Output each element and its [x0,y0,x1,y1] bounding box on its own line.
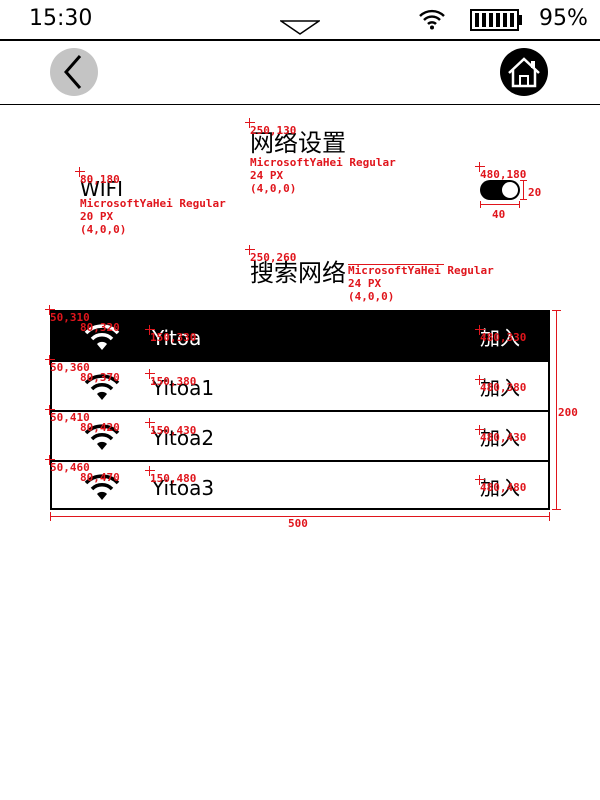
anno-wifi-size: 20 PX [80,210,114,223]
battery-percent: 95% [539,6,588,31]
anno-list-h: 200 [558,406,578,419]
home-icon [508,57,540,88]
anno-icon-pos: 80,320 [80,321,120,334]
battery-icon [470,9,524,35]
dim-line [552,509,561,510]
anno-search-color: (4,0,0) [348,290,395,303]
anno-wifi-pos: 80,180 [80,173,120,186]
anno-join-pos: 480,430 [480,431,527,444]
network-row[interactable]: Yitoa 加入 [52,312,548,362]
anno-search-font: MicrosoftYaHei Regular [348,264,494,277]
status-time: 15:30 [29,6,93,31]
dim-line [480,201,481,208]
anno-icon-pos: 80,370 [80,371,120,384]
anno-search-pos: 250,260 [250,251,297,264]
anno-text-pos: 150,480 [150,472,197,485]
dim-line [480,204,520,205]
anno-list-w: 500 [288,517,308,530]
anno-toggle-h: 20 [528,186,542,199]
dim-line [50,512,51,521]
anno-title-font: MicrosoftYaHei Regular [250,156,396,169]
anno-title-size: 24 PX [250,169,284,182]
wifi-toggle[interactable] [480,180,520,200]
anno-text-pos: 150,380 [150,375,197,388]
network-row[interactable]: Yitoa3 加入 [52,460,548,510]
anno-search-size: 24 PX [348,277,382,290]
status-bar: 15:30 95% [0,0,600,41]
dim-line [552,310,561,311]
anno-join-pos: 480,480 [480,481,527,494]
home-button[interactable] [500,48,548,96]
dim-line [519,201,520,208]
network-row[interactable]: Yitoa1 加入 [52,360,548,410]
dim-line [523,180,524,200]
anno-join-pos: 480,380 [480,381,527,394]
dim-line [556,310,557,510]
anno-text-pos: 150,430 [150,424,197,437]
anno-toggle-w: 40 [492,208,506,221]
anno-join-pos: 480,330 [480,331,527,344]
anno-icon-pos: 80,420 [80,421,120,434]
anno-text-pos: 150,330 [150,331,197,344]
toggle-knob [501,181,519,199]
nav-bar [0,43,600,105]
chevron-left-icon [64,55,82,89]
wifi-icon [418,8,446,34]
dim-line [520,180,527,181]
network-row[interactable]: Yitoa2 加入 [52,410,548,460]
pull-down-icon[interactable] [278,20,322,40]
dim-line [549,512,550,521]
anno-wifi-color: (4,0,0) [80,223,127,236]
back-button[interactable] [50,48,98,96]
dim-line [520,199,527,200]
anno-icon-pos: 80,470 [80,471,120,484]
anno-title-pos: 250,130 [250,124,297,137]
anno-title-color: (4,0,0) [250,182,297,195]
anno-wifi-font: MicrosoftYaHei Regular [80,197,226,210]
